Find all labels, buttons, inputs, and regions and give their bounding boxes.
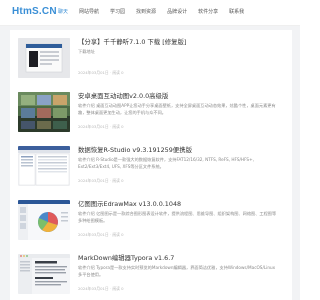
article-views: 阅读 0 [112,124,124,129]
site-logo[interactable]: HtmS.CN [12,6,57,17]
article-meta: 2024年03月01日 · 阅读 0 [78,124,124,130]
nav-item-resources[interactable]: 找到资源 [136,8,156,16]
article-views: 阅读 0 [112,70,124,75]
article-excerpt: 软件介绍 桌面互动动图APP让您动手分享桌面壁纸，支持全屏桌面互动动态效果，炫酷… [78,103,276,115]
article-date: 2024年03月01日 [78,70,109,75]
article-date: 2024年03月01日 [78,124,109,129]
list-item[interactable]: 数据恢复R-Studio v9.3.191259便携版 软件介绍 R-Studi… [10,138,292,192]
article-title[interactable]: 数据恢复R-Studio v9.3.191259便携版 [78,146,192,154]
article-meta: 2024年03月01日 · 阅读 0 [78,178,124,184]
article-thumbnail[interactable] [18,254,70,294]
article-excerpt: 软件介绍 R-Studio是一款强大的数据恢复软件，支持FAT12/16/32,… [78,157,254,169]
article-views: 阅读 0 [112,178,124,183]
main-nav: 聊天 网站导航 学习园 找到资源 品牌设计 软件分享 联系我 [58,8,255,16]
article-date: 2024年03月01日 [78,232,109,237]
page-background: 【分享】千千静听7.1.0 下载 [修复版] 下载地址 2024年03月01日 … [0,26,300,300]
article-excerpt: 下载地址 [78,49,95,54]
article-title[interactable]: 亿图图示EdrawMax v13.0.0.1048 [78,200,181,208]
article-excerpt: 软件介绍 亿图图示是一款综合图形图表设计软件，提供流程图、思维导图、组织架构图、… [78,211,277,223]
list-item[interactable]: 亿图图示EdrawMax v13.0.0.1048 软件介绍 亿图图示是一款综合… [10,192,292,246]
article-views: 阅读 0 [112,232,124,237]
nav-item-learning[interactable]: 学习园 [110,8,125,16]
article-date: 2024年03月01日 [78,178,109,183]
list-item[interactable]: 【分享】千千静听7.1.0 下载 [修复版] 下载地址 2024年03月01日 … [10,30,292,84]
article-list: 【分享】千千静听7.1.0 下载 [修复版] 下载地址 2024年03月01日 … [10,30,292,300]
article-excerpt: 软件介绍 Typora是一款支持实时预览的Markdown编辑器，界面简洁优雅，… [78,265,276,277]
nav-item-software[interactable]: 软件分享 [198,8,218,16]
article-thumbnail[interactable] [18,38,70,78]
article-thumbnail[interactable] [18,146,70,186]
article-thumbnail[interactable] [18,200,70,240]
list-item[interactable]: MarkDown编辑器Typora v1.6.7 软件介绍 Typora是一款支… [10,246,292,300]
article-meta: 2024年03月01日 · 阅读 0 [78,232,124,238]
list-item[interactable]: 安卓桌面互动动图v2.0.0高级版 软件介绍 桌面互动动图APP让您动手分享桌面… [10,84,292,138]
nav-item-design[interactable]: 品牌设计 [167,8,187,16]
article-date: 2024年03月01日 [78,286,109,291]
nav-item-home[interactable]: 聊天 [58,8,68,16]
article-title[interactable]: 【分享】千千静听7.1.0 下载 [修复版] [78,38,186,46]
article-thumbnail[interactable] [18,92,70,132]
article-title[interactable]: MarkDown编辑器Typora v1.6.7 [78,254,174,262]
site-header: HtmS.CN 聊天 网站导航 学习园 找到资源 品牌设计 软件分享 联系我 [0,0,300,26]
article-meta: 2024年03月01日 · 阅读 0 [78,70,124,76]
nav-item-contact[interactable]: 联系我 [229,8,244,16]
nav-item-site-nav[interactable]: 网站导航 [79,8,99,16]
article-meta: 2024年03月01日 · 阅读 0 [78,286,124,292]
article-views: 阅读 0 [112,286,124,291]
article-title[interactable]: 安卓桌面互动动图v2.0.0高级版 [78,92,168,100]
